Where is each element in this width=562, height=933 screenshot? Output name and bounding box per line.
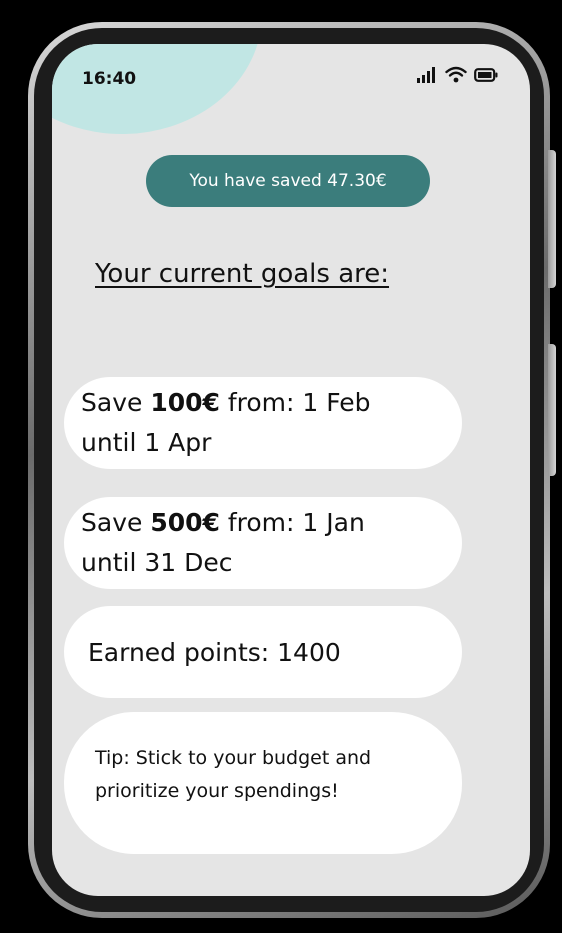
goal-card[interactable]: Save 500€ from: 1 Jan until 31 Dec <box>64 497 462 589</box>
goal-prefix: Save <box>81 388 151 417</box>
signal-icon <box>417 66 435 83</box>
battery-icon <box>474 67 498 82</box>
decorative-blob <box>52 44 262 134</box>
goal-end-date: until 31 Dec <box>81 548 233 577</box>
earned-points-label: Earned points: 1400 <box>88 637 341 667</box>
tip-text-line1: Tip: Stick to your budget and <box>95 747 372 769</box>
goal-amount: 100€ <box>150 388 220 417</box>
side-button-lower <box>548 344 556 476</box>
app-screen: 16:40 You have saved 47.30€ Your current… <box>52 44 530 896</box>
status-time: 16:40 <box>82 69 137 89</box>
goal-start-date: from: 1 Feb <box>219 388 371 417</box>
side-button-upper <box>548 150 556 288</box>
goal-prefix: Save <box>81 508 151 537</box>
goal-amount: 500€ <box>150 508 220 537</box>
earned-points-card[interactable]: Earned points: 1400 <box>64 606 462 698</box>
goal-card[interactable]: Save 100€ from: 1 Feb until 1 Apr <box>64 377 462 469</box>
savings-badge: You have saved 47.30€ <box>146 155 430 207</box>
tip-card: Tip: Stick to your budget and prioritize… <box>64 712 462 854</box>
status-icons <box>416 66 498 83</box>
tip-text-line2: prioritize your spendings! <box>95 780 339 802</box>
wifi-icon <box>445 66 467 83</box>
goal-start-date: from: 1 Jan <box>219 508 365 537</box>
goals-heading: Your current goals are: <box>95 259 390 289</box>
goal-end-date: until 1 Apr <box>81 428 212 457</box>
